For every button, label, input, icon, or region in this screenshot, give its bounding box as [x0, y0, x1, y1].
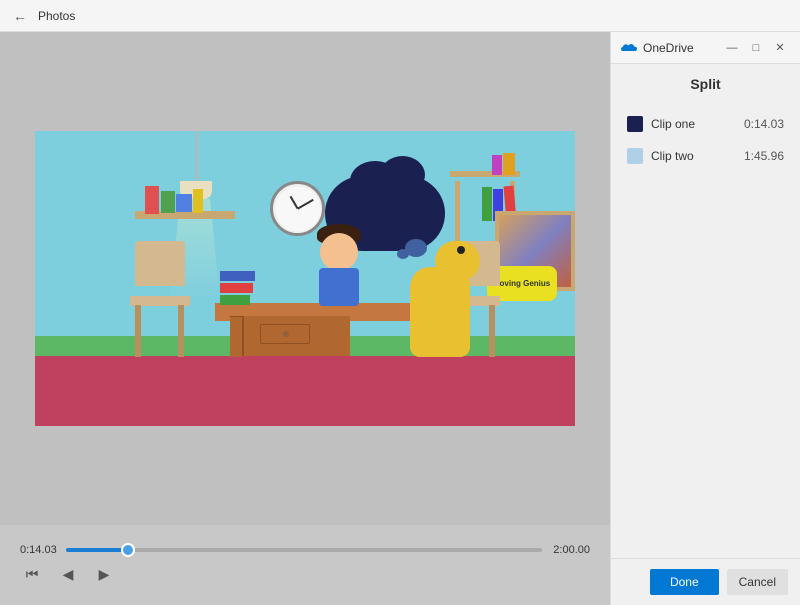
onedrive-header: OneDrive — □ ✕	[611, 32, 800, 64]
chair-right-leg-1	[489, 305, 495, 357]
desk-leg-left	[230, 317, 242, 357]
shelf-item-4	[193, 189, 203, 213]
left-panel: Roving Genius	[0, 32, 610, 605]
shelf-item-2	[161, 191, 175, 213]
bookshelf-book-4	[503, 153, 515, 175]
panel-footer: Done Cancel	[611, 558, 800, 605]
logo-text: Roving Genius	[494, 279, 550, 289]
boy-head	[320, 233, 358, 271]
thought-bubble-small-2	[397, 249, 409, 259]
done-button[interactable]: Done	[650, 569, 719, 595]
current-time: 0:14.03	[20, 544, 58, 556]
chair-left-back	[135, 241, 185, 286]
clock-minute-hand	[297, 199, 313, 209]
chair-left-leg-2	[178, 305, 184, 357]
floor-red	[35, 356, 575, 426]
boy-body	[319, 268, 359, 306]
back-button[interactable]: ←	[8, 4, 32, 28]
timeline-thumb[interactable]	[121, 543, 135, 557]
split-header: Split	[611, 64, 800, 100]
title-bar: ← Photos	[0, 0, 800, 32]
clip-color-1	[627, 116, 643, 132]
clip-duration-2: 1:45.96	[744, 149, 784, 163]
clip-item-2[interactable]: Clip two 1:45.96	[623, 140, 788, 172]
cancel-button[interactable]: Cancel	[727, 569, 788, 595]
close-button[interactable]: ✕	[770, 38, 790, 58]
clip-color-2	[627, 148, 643, 164]
playback-controls: ⏮ ◀ ▶	[20, 562, 590, 586]
shelf-item-3	[176, 194, 192, 212]
main-layout: Roving Genius	[0, 32, 800, 605]
clip-name-1: Clip one	[651, 117, 736, 131]
clock	[270, 181, 325, 236]
window-controls: — □ ✕	[722, 38, 790, 58]
clock-face	[275, 186, 320, 231]
video-container: Roving Genius	[0, 32, 610, 525]
dino-body	[410, 267, 470, 357]
chair-left-leg-1	[135, 305, 141, 357]
onedrive-title: OneDrive	[643, 41, 716, 55]
play-button[interactable]: ▶	[92, 562, 116, 586]
play-back-button[interactable]: ◀	[56, 562, 80, 586]
rewind-button[interactable]: ⏮	[20, 562, 44, 586]
bookshelf-book-5	[492, 155, 502, 175]
scene: Roving Genius	[35, 131, 575, 426]
clip-list: Clip one 0:14.03 Clip two 1:45.96	[611, 100, 800, 558]
desk-book-3	[220, 295, 250, 305]
clip-duration-1: 0:14.03	[744, 117, 784, 131]
dino-eye	[457, 246, 465, 254]
right-panel: OneDrive — □ ✕ Split Clip one 0:14.03	[610, 32, 800, 605]
clip-item-1[interactable]: Clip one 0:14.03	[623, 108, 788, 140]
onedrive-logo-icon	[621, 40, 637, 56]
clip-name-2: Clip two	[651, 149, 736, 163]
desk-knob	[283, 331, 289, 337]
bookshelf-book-3	[482, 187, 492, 221]
book-stack	[220, 271, 255, 305]
maximize-button[interactable]: □	[746, 38, 766, 58]
timeline-progress	[66, 548, 128, 552]
desk-book-2	[220, 283, 253, 293]
video-frame[interactable]: Roving Genius	[35, 131, 575, 426]
app-title: Photos	[38, 9, 75, 23]
controls-bar: 0:14.03 2:00.00 ⏮ ◀ ▶	[0, 525, 610, 605]
total-time: 2:00.00	[550, 544, 590, 556]
timeline-row: 0:14.03 2:00.00	[20, 544, 590, 556]
timeline-track[interactable]	[66, 548, 542, 552]
minimize-button[interactable]: —	[722, 38, 742, 58]
shelf-item-1	[145, 186, 159, 214]
desk-book-1	[220, 271, 255, 281]
